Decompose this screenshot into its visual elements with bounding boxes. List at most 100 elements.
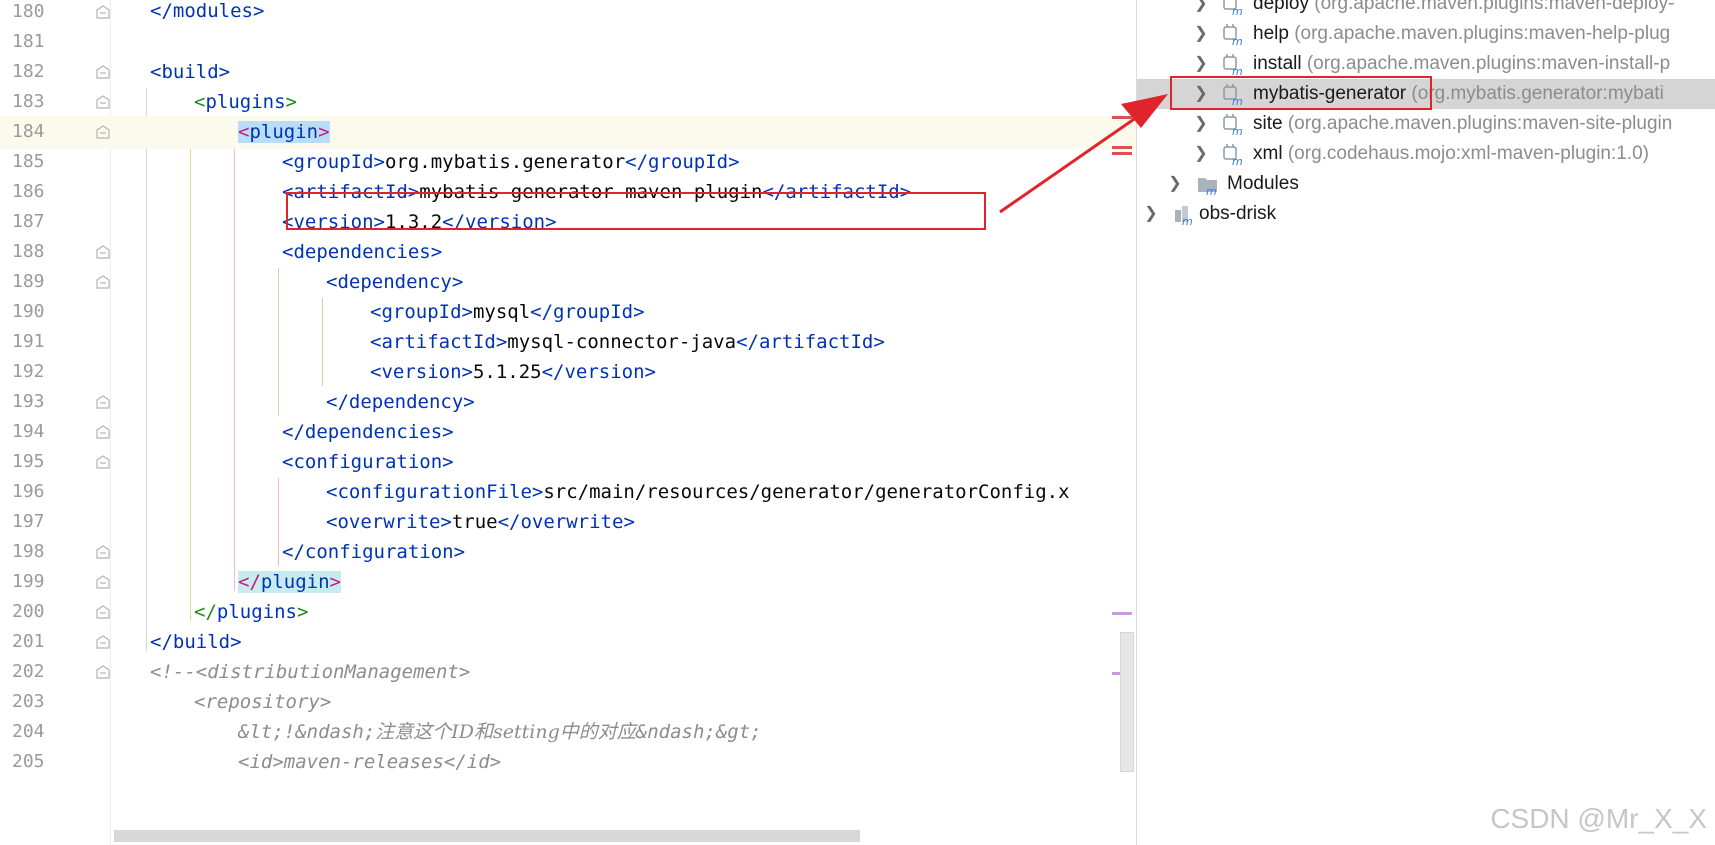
code-line-189: <dependency> <box>326 271 464 293</box>
line-number: 203 <box>12 691 45 712</box>
fold-toggle-icon[interactable] <box>96 455 110 469</box>
maven-plugin-icon: m <box>1223 54 1245 78</box>
code-line-190: <groupId>mysql</groupId> <box>370 301 645 323</box>
vertical-scrollbar[interactable] <box>1120 632 1134 772</box>
indent-guide <box>278 478 279 566</box>
code-line-182: <build> <box>150 61 231 83</box>
fold-toggle-icon[interactable] <box>96 65 110 79</box>
chevron-right-icon[interactable]: ❯ <box>1193 49 1209 79</box>
error-stripe-marker[interactable] <box>1112 116 1132 119</box>
maven-plugin-icon: m <box>1223 24 1245 48</box>
line-number: 186 <box>12 181 45 202</box>
line-number: 198 <box>12 541 45 562</box>
line-number: 200 <box>12 601 45 622</box>
plugin-coordinates: (org.apache.maven.plugins:maven-site-plu… <box>1287 113 1673 134</box>
fold-toggle-icon[interactable] <box>96 575 110 589</box>
code-line-196: <configurationFile>src/main/resources/ge… <box>326 481 1070 503</box>
chevron-right-icon[interactable]: ❯ <box>1193 0 1209 19</box>
line-number: 189 <box>12 271 45 292</box>
line-number: 185 <box>12 151 45 172</box>
line-number: 205 <box>12 751 45 772</box>
code-line-188: <dependencies> <box>282 241 443 263</box>
line-number: 182 <box>12 61 45 82</box>
horizontal-scrollbar[interactable] <box>114 830 860 842</box>
code-editor[interactable]: 180 181 182 183 184 185 186 187 188 189 190 191 192 1… <box>0 0 1136 845</box>
fold-toggle-icon[interactable] <box>96 245 110 259</box>
line-number: 197 <box>12 511 45 532</box>
error-stripe-marker[interactable] <box>1112 152 1132 155</box>
svg-text:m: m <box>1206 185 1217 196</box>
line-number-gutter: 180 181 182 183 184 185 186 187 188 189 190 191 192 1… <box>0 0 111 845</box>
plugin-coordinates: (org.apache.maven.plugins:maven-install-… <box>1306 53 1671 74</box>
svg-text:m: m <box>1232 35 1243 46</box>
line-number: 201 <box>12 631 45 652</box>
maven-plugin-icon: m <box>1223 0 1245 18</box>
chevron-right-icon[interactable]: ❯ <box>1167 169 1183 199</box>
plugin-coordinates: (org.codehaus.mojo:xml-maven-plugin:1.0) <box>1287 143 1650 164</box>
line-number: 184 <box>12 121 45 142</box>
code-line-191: <artifactId>mysql-connector-java</artifa… <box>370 331 885 353</box>
indent-guide <box>234 148 235 591</box>
fold-toggle-icon[interactable] <box>96 425 110 439</box>
svg-text:m: m <box>1232 155 1243 166</box>
maven-modules-item[interactable]: ❯ m Modules <box>1137 169 1715 199</box>
maven-tool-window: ❯ m deploy (org.apache.maven.plugins:maven… <box>1136 0 1715 845</box>
error-stripe-marker[interactable] <box>1112 146 1132 149</box>
line-number: 181 <box>12 31 45 52</box>
annotation-box-mybatis-generator <box>1170 76 1432 110</box>
line-number: 192 <box>12 361 45 382</box>
code-line-193: </dependency> <box>326 391 475 413</box>
code-line-204: &lt;!&ndash;注意这个ID和setting中的对应&ndash;&gt… <box>238 721 762 743</box>
svg-text:m: m <box>1232 65 1243 76</box>
maven-plugin-icon: m <box>1223 114 1245 138</box>
chevron-right-icon[interactable]: ❯ <box>1193 139 1209 169</box>
fold-toggle-icon[interactable] <box>96 275 110 289</box>
maven-project-icon: m <box>1173 204 1195 228</box>
code-line-180: </modules> <box>150 0 265 22</box>
fold-toggle-icon[interactable] <box>96 635 110 649</box>
code-line-185: <groupId>org.mybatis.generator</groupId> <box>282 151 740 173</box>
svg-text:m: m <box>1232 5 1243 16</box>
error-stripe-marker[interactable] <box>1112 612 1132 615</box>
maven-plugin-icon: m <box>1223 144 1245 168</box>
code-line-201: </build> <box>150 631 242 653</box>
line-number: 188 <box>12 241 45 262</box>
fold-toggle-icon[interactable] <box>96 125 110 139</box>
line-number: 199 <box>12 571 45 592</box>
fold-toggle-icon[interactable] <box>96 395 110 409</box>
fold-toggle-icon[interactable] <box>96 95 110 109</box>
chevron-right-icon[interactable]: ❯ <box>1143 199 1159 229</box>
code-area[interactable]: </modules> <build> <plugins> <plugin> <g… <box>110 0 1136 845</box>
maven-plugin-item-xml[interactable]: ❯ m xml (org.codehaus.mojo:xml-maven-plugi… <box>1137 139 1715 169</box>
plugin-name: site <box>1253 113 1283 134</box>
chevron-right-icon[interactable]: ❯ <box>1193 109 1209 139</box>
svg-text:m: m <box>1232 125 1243 136</box>
line-number: 196 <box>12 481 45 502</box>
code-line-184: <plugin> <box>110 116 1136 149</box>
plugin-coordinates: (org.apache.maven.plugins:maven-deploy- <box>1314 0 1675 14</box>
code-line-203: <repository> <box>194 691 332 713</box>
modules-label: Modules <box>1227 173 1299 194</box>
fold-toggle-icon[interactable] <box>96 545 110 559</box>
maven-plugin-item-help[interactable]: ❯ m help (org.apache.maven.plugins:maven-h… <box>1137 19 1715 49</box>
line-number: 191 <box>12 331 45 352</box>
code-line-205: <id>maven-releases</id> <box>238 751 502 773</box>
maven-project-item[interactable]: ❯ m obs-drisk <box>1137 199 1715 229</box>
maven-plugin-item-deploy[interactable]: ❯ m deploy (org.apache.maven.plugins:maven… <box>1137 0 1715 19</box>
plugin-name: install <box>1253 53 1302 74</box>
line-number: 190 <box>12 301 45 322</box>
maven-plugin-item-install[interactable]: ❯ m install (org.apache.maven.plugins:mave… <box>1137 49 1715 79</box>
indent-guide <box>146 88 147 651</box>
fold-toggle-icon[interactable] <box>96 5 110 19</box>
code-line-199: </plugin> <box>238 571 341 593</box>
fold-toggle-icon[interactable] <box>96 665 110 679</box>
indent-guide <box>190 118 191 621</box>
project-label: obs-drisk <box>1199 203 1277 224</box>
line-number: 195 <box>12 451 45 472</box>
indent-guide <box>322 298 323 386</box>
maven-plugin-item-site[interactable]: ❯ m site (org.apache.maven.plugins:maven-s… <box>1137 109 1715 139</box>
code-line-194: </dependencies> <box>282 421 454 443</box>
annotation-box-artifactid <box>286 192 986 230</box>
fold-toggle-icon[interactable] <box>96 605 110 619</box>
chevron-right-icon[interactable]: ❯ <box>1193 19 1209 49</box>
